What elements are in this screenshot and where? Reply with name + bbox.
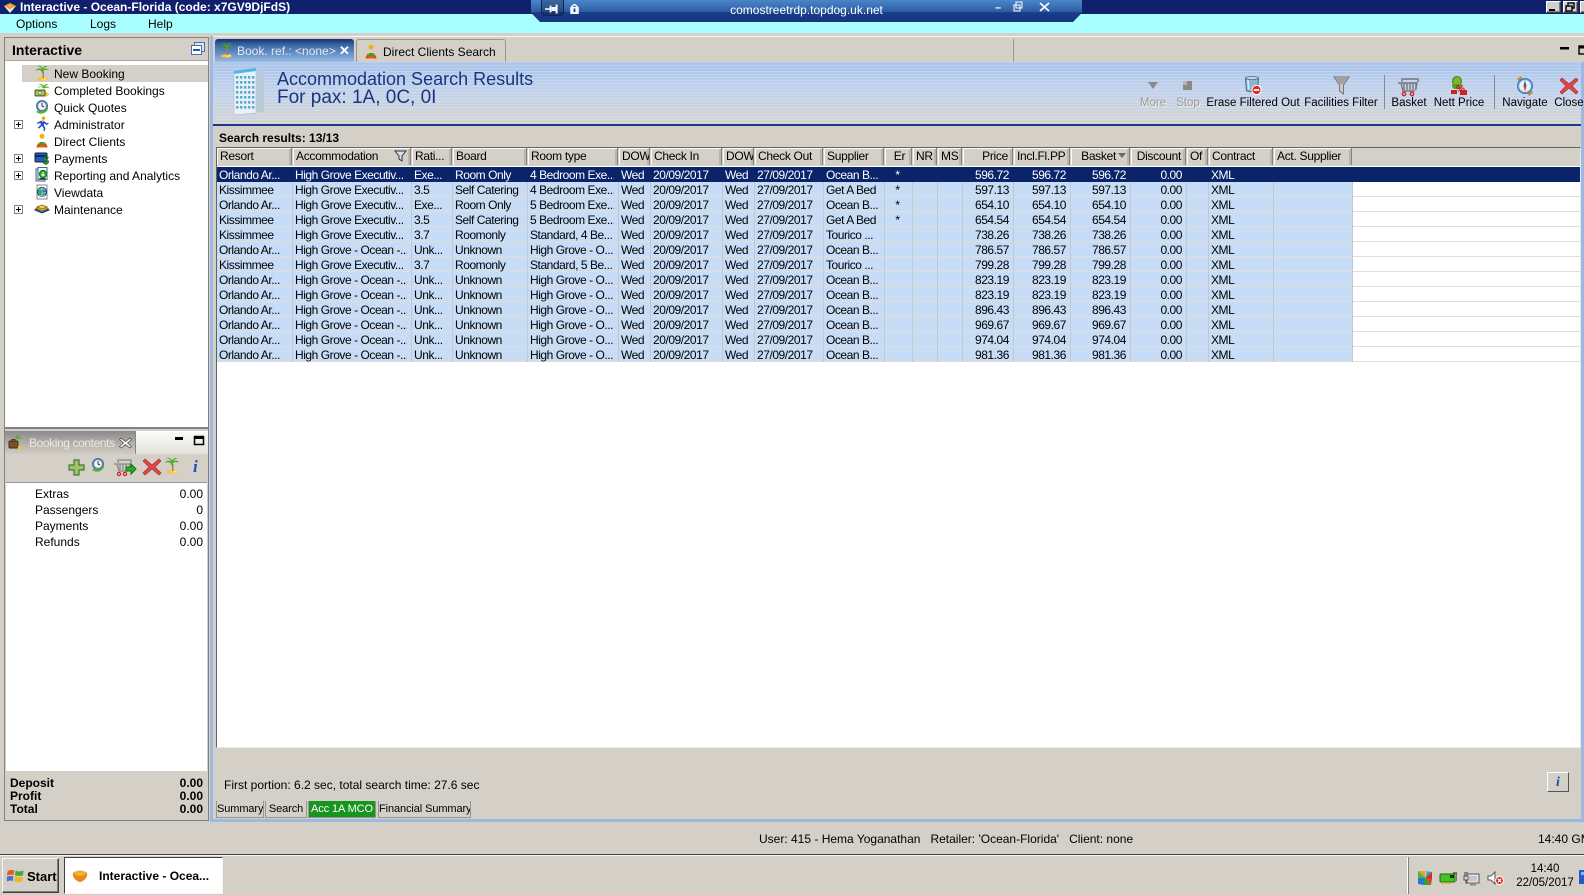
svg-text:$: $ bbox=[43, 153, 49, 166]
